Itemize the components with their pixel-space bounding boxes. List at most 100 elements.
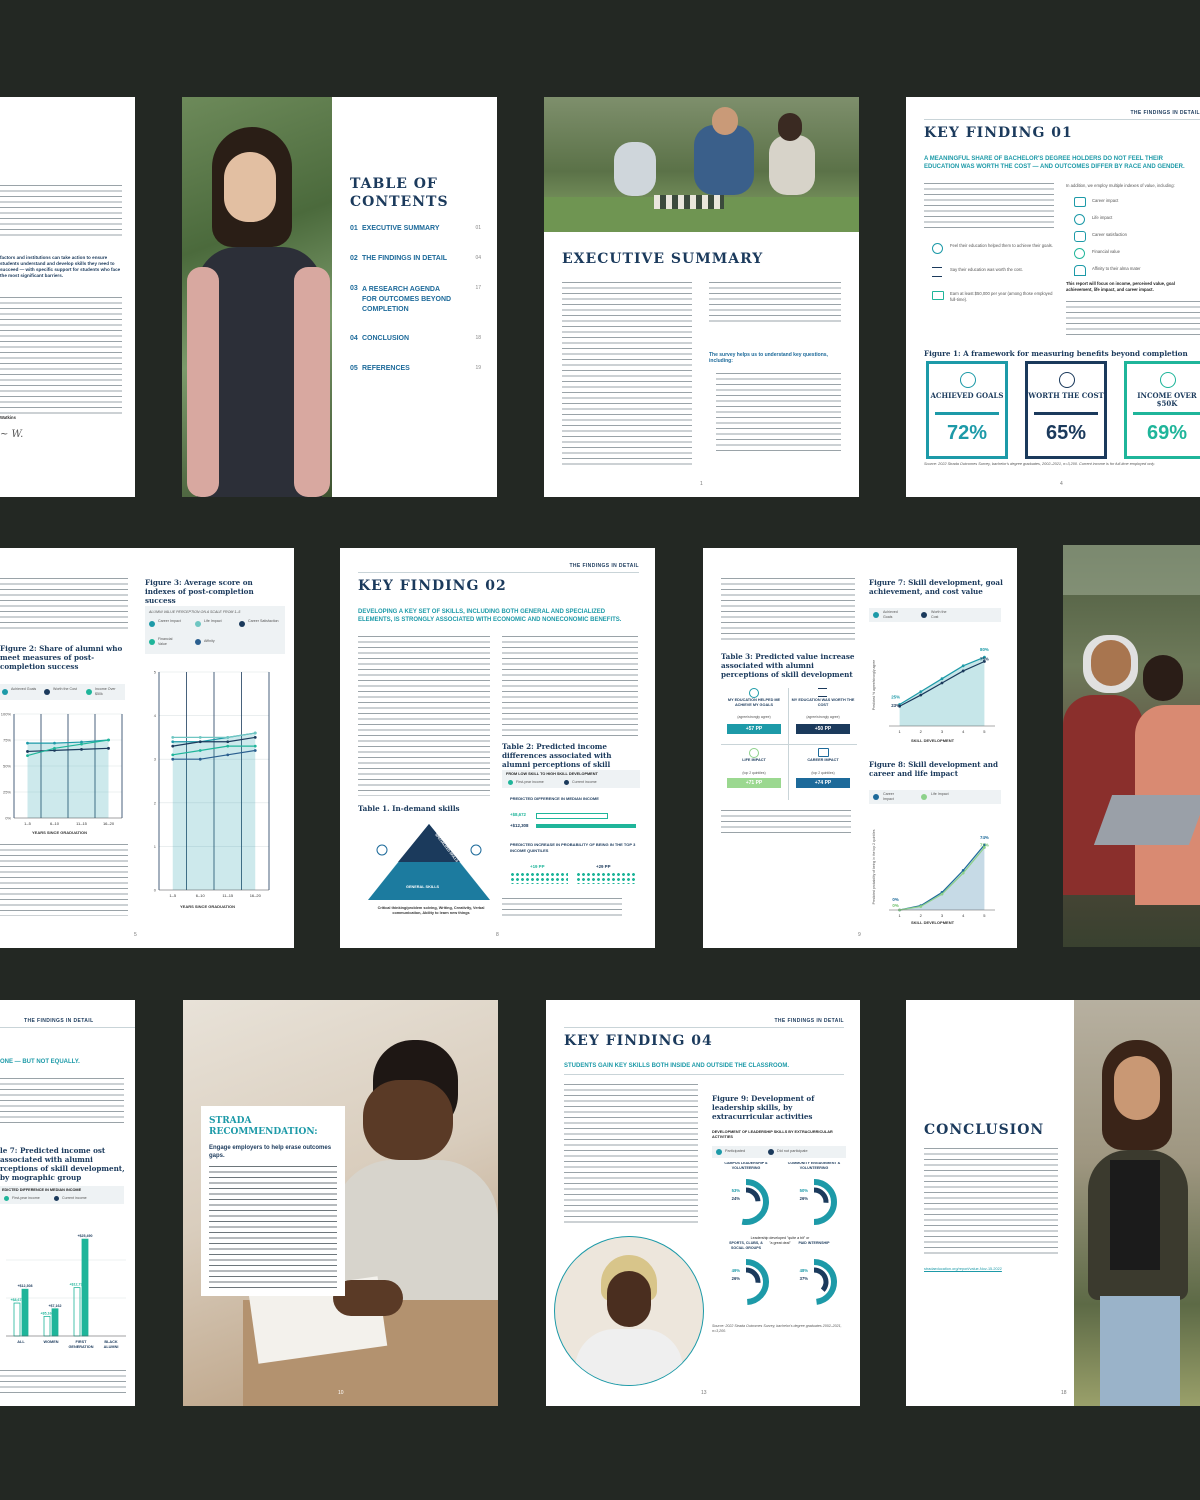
cell-sub: (agree/strongly agree) <box>737 715 771 719</box>
toc-item-references[interactable]: 05 REFERENCES 19 <box>332 365 497 377</box>
index-label: Career satisfaction <box>1092 232 1127 237</box>
cell-value: +57 PP <box>727 724 781 734</box>
kf01-measures: Feel their education helped them to achi… <box>932 243 1057 313</box>
recommendation-body <box>209 1166 337 1290</box>
series-area <box>27 740 109 818</box>
page-number: 10 <box>338 1390 344 1396</box>
stat-value: 72% <box>946 422 988 444</box>
y-tick-label: 0% <box>5 816 11 821</box>
x-tick-label: ALL <box>17 1340 25 1344</box>
stat-card-income-over-50k: INCOME OVER $50K 69% <box>1124 361 1200 459</box>
toc-item-research-agenda[interactable]: 03 A RESEARCH AGENDA FOR OUTCOMES BEYOND… <box>332 285 497 321</box>
did-not-participate-arc <box>813 1267 829 1292</box>
x-tick-label: 6–10 <box>196 893 206 898</box>
group-label: CAMPUS LEADERSHIP & <box>724 1162 768 1165</box>
data-point <box>919 693 923 697</box>
legend-label: First-year income <box>516 780 544 784</box>
toc-item-label: EXECUTIVE SUMMARY <box>362 225 440 232</box>
legend-label: Participated <box>725 1149 746 1153</box>
y-tick-label: 75% <box>3 738 11 743</box>
skills-body <box>721 578 855 644</box>
legend-label: Current income <box>62 1196 87 1200</box>
data-point <box>961 871 965 875</box>
legend-swatch <box>86 689 92 695</box>
figure-7-legend: Achieved Goals Worth the Cost <box>869 608 1001 622</box>
data-point <box>26 754 29 757</box>
group-label: COMMUNITY ENGAGEMENT & <box>788 1162 841 1165</box>
data-point <box>940 677 944 681</box>
conclusion-link[interactable]: stradaeducation.org/report/value-Nov-15-… <box>924 1266 1058 1272</box>
x-tick-label: 3 <box>941 729 944 734</box>
legend-label: Achieved Goals <box>883 610 898 619</box>
x-tick-label: 16–20 <box>103 821 115 826</box>
cell-label: MY EDUCATION HELPED ME ACHIEVE MY GOALS <box>727 698 781 707</box>
index-item: Affinity to their alma mater <box>1074 265 1200 277</box>
data-point <box>171 736 175 739</box>
cell-value: +50 PP <box>796 724 850 734</box>
data-point <box>961 664 965 668</box>
legend-swatch <box>508 780 513 785</box>
y-tick-label: 25% <box>3 790 11 795</box>
student-portrait-circle <box>554 1236 704 1386</box>
key-finding-title: KEY FINDING 02 <box>358 578 507 594</box>
toc-item-conclusion[interactable]: 04 CONCLUSION 18 <box>332 335 497 347</box>
legend-label: Career Impact <box>883 792 894 801</box>
page-number: 18 <box>1061 1390 1067 1396</box>
legend-label: Current income <box>572 780 597 784</box>
table-3-cell: CAREER IMPACT (top 2 quintiles) +74 PP <box>790 748 856 804</box>
x-tick-label: 4 <box>962 913 965 918</box>
conclusion-title: CONCLUSION <box>924 1122 1045 1138</box>
target-icon <box>932 243 943 254</box>
data-point <box>198 740 202 744</box>
series-area <box>899 844 985 910</box>
stat-divider <box>1034 412 1098 415</box>
table-3-footnote <box>721 810 851 834</box>
figure-source: Source: 2022 Strada Outcomes Survey, bac… <box>712 1324 842 1333</box>
money-icon <box>1160 372 1176 388</box>
participated-arc <box>741 1179 769 1225</box>
briefcase-icon <box>818 748 829 757</box>
data-point <box>940 892 944 896</box>
figure-7-chart: 1 2 3 4 5 25% 23% 80% 75% Predicted % agree/stron… <box>872 647 995 734</box>
toc-item-number: 01 <box>350 225 358 232</box>
legend-swatch <box>44 689 50 695</box>
key-finding-subtitle: STUDENTS GAIN KEY SKILLS BOTH INSIDE AND… <box>564 1063 790 1069</box>
cell-sub: (top 2 quintiles) <box>742 771 766 775</box>
exec-question-list <box>716 373 841 453</box>
band-label: FROM LOW SKILL TO HIGH SKILL DEVELOPMENT <box>506 772 598 776</box>
skills-pyramid <box>368 824 490 900</box>
kf02-body-left <box>358 636 490 796</box>
y-tick-label: 50% <box>3 764 11 769</box>
data-label: 48% <box>800 1268 809 1273</box>
figure-1-title: Figure 1: A framework for measuring bene… <box>924 349 1188 358</box>
data-point <box>253 736 257 739</box>
legend-swatch <box>2 689 8 695</box>
toc-item-page: 04 <box>475 255 481 261</box>
x-tick-label: 16–20 <box>250 893 262 898</box>
group-label: VOLUNTEERING <box>800 1166 829 1170</box>
figure-source: Source: 2022 Strada Outcomes Survey, bac… <box>924 462 1155 466</box>
median-value-current: +$12,308 <box>510 823 529 828</box>
group-label: VOLUNTEERING <box>732 1166 761 1170</box>
exec-body-right-top <box>709 282 841 324</box>
toc-item-findings[interactable]: 02 THE FINDINGS IN DETAIL 04 <box>332 255 497 267</box>
toc-item-executive-summary[interactable]: 01 EXECUTIVE SUMMARY 01 <box>332 225 497 237</box>
data-point <box>226 736 230 739</box>
x-tick-label: 2 <box>920 729 923 734</box>
stat-card-worth-the-cost: WORTH THE COST 65% <box>1025 361 1107 459</box>
survey-questions-heading: The survey helps us to understand key qu… <box>709 352 828 364</box>
legend-swatch <box>54 1196 59 1201</box>
data-point <box>198 757 202 761</box>
bar <box>51 1308 59 1337</box>
legend-label: Career Satisfaction <box>248 619 279 623</box>
page-number: 4 <box>1060 481 1063 487</box>
page-number: 8 <box>496 932 499 938</box>
data-point <box>53 741 56 745</box>
table-3-cell: MY EDUCATION WAS WORTH THE COST (agree/s… <box>790 688 856 744</box>
data-label: 75% <box>980 657 989 662</box>
legend-swatch <box>921 794 927 800</box>
data-label: 53% <box>732 1188 741 1193</box>
money-icon <box>932 291 944 300</box>
kf01-body-left <box>924 183 1054 231</box>
y-tick-label: 100% <box>1 712 12 717</box>
